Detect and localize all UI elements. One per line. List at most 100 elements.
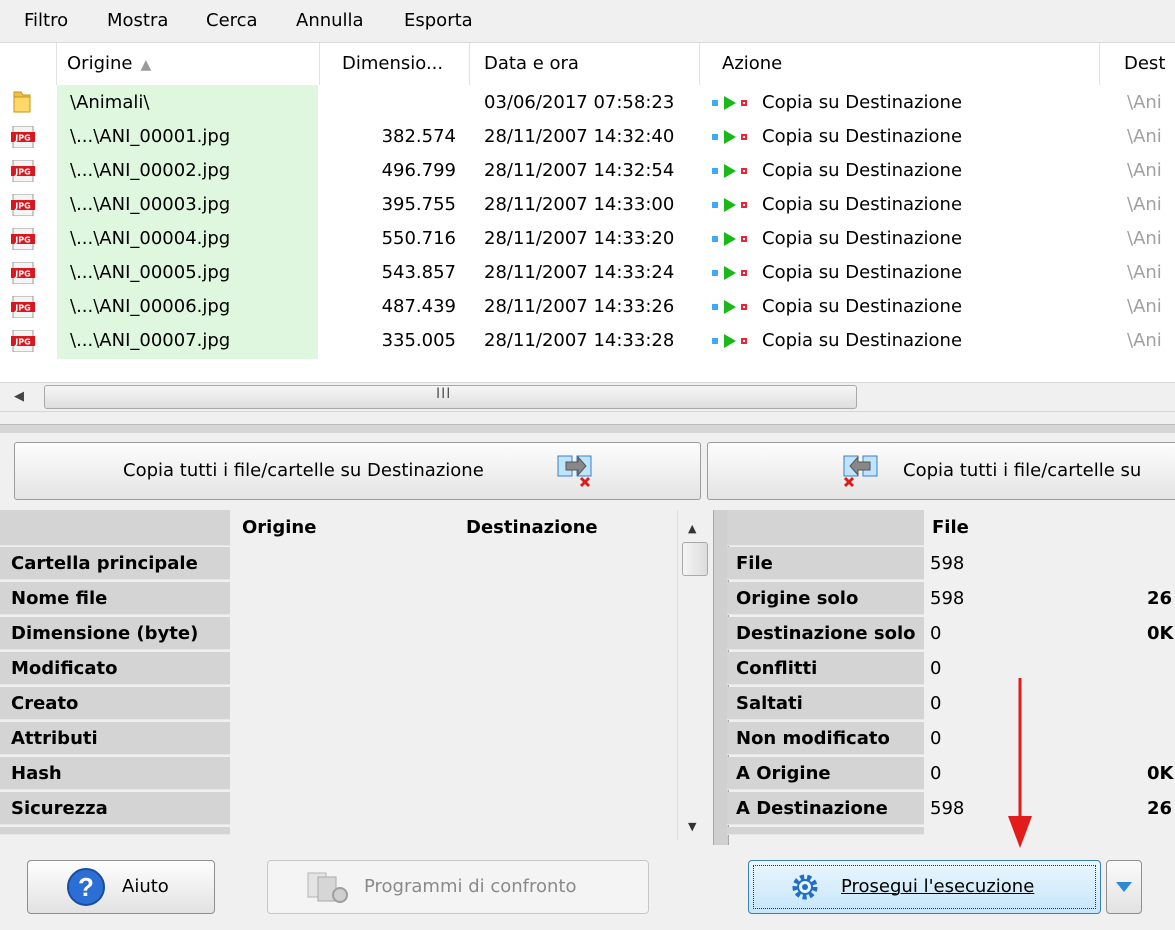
vertical-scrollbar[interactable]: ▲ ▼ [677, 510, 712, 840]
property-row-label: Nome file [0, 582, 230, 615]
continue-options-dropdown-button[interactable] [1106, 860, 1142, 914]
table-row[interactable]: JPG \...\ANI_00005.jpg 543.857 28/11/2007 1… [0, 255, 1175, 291]
action-cell[interactable]: Copia su Destinazione [700, 119, 1100, 155]
table-row[interactable]: JPG \...\ANI_00007.jpg 335.005 28/11/2007 1… [0, 323, 1175, 359]
origin-cell: \...\ANI_00001.jpg [57, 119, 318, 155]
copy-to-destination-icon [557, 455, 592, 488]
table-row[interactable]: JPG \...\ANI_00003.jpg 395.755 28/11/2007 1… [0, 187, 1175, 223]
menu-mostra[interactable]: Mostra [107, 10, 168, 31]
menu-filtro[interactable]: Filtro [24, 10, 68, 31]
column-header-origin-label: Origine [67, 53, 133, 74]
copy-all-to-destination-button[interactable]: Copia tutti i file/cartelle su Destinazi… [14, 442, 701, 500]
scroll-down-arrow-icon[interactable]: ▼ [688, 820, 696, 833]
table-row[interactable]: \Animali\ 03/06/2017 07:58:23 Copia su Des… [0, 85, 1175, 121]
action-cell[interactable]: Copia su Destinazione [700, 323, 1100, 359]
stat-row-value: 0 [930, 728, 942, 749]
table-row[interactable]: JPG \...\ANI_00006.jpg 487.439 28/11/2007 1… [0, 289, 1175, 325]
size-cell: 496.799 [381, 160, 456, 181]
action-cell[interactable]: Copia su Destinazione [700, 255, 1100, 291]
stat-row-label: Origine solo [727, 582, 924, 615]
jpg-file-icon: JPG [11, 194, 35, 216]
size-cell: 395.755 [381, 194, 456, 215]
destination-cell: \Ani [1127, 160, 1162, 181]
statistics-header-blank [727, 510, 924, 546]
scroll-up-arrow-icon[interactable]: ▲ [688, 522, 696, 535]
copy-to-destination-action-icon [712, 300, 752, 314]
copy-to-destination-action-icon [712, 334, 752, 348]
horizontal-scrollbar[interactable]: ◀ III [0, 382, 1175, 412]
scroll-grip-icon: III [436, 386, 452, 402]
compare-programs-button[interactable]: Programmi di confronto [267, 860, 649, 914]
date-cell: 28/11/2007 14:33:20 [484, 228, 675, 249]
origin-cell: \...\ANI_00002.jpg [57, 153, 318, 189]
destination-cell: \Ani [1127, 228, 1162, 249]
compare-programs-icon [307, 872, 348, 903]
continue-execution-button[interactable]: Prosegui l'esecuzione [748, 860, 1101, 914]
column-header-origin[interactable]: Origine ▲ [57, 43, 320, 85]
sort-ascending-icon: ▲ [140, 57, 152, 73]
stat-row-value: 598 [930, 553, 965, 574]
file-list-header: Origine ▲ Dimensio... Data e ora Azione D… [0, 43, 1175, 85]
stat-row-value: 598 [930, 798, 965, 819]
svg-text:JPG: JPG [14, 236, 30, 245]
table-row[interactable]: JPG \...\ANI_00004.jpg 550.716 28/11/2007 1… [0, 221, 1175, 257]
stat-row-size-value: 26 [1147, 588, 1173, 609]
svg-text:JPG: JPG [14, 338, 30, 347]
copy-to-destination-action-icon [712, 232, 752, 246]
action-cell[interactable]: Copia su Destinazione [700, 85, 1100, 121]
table-row[interactable]: JPG \...\ANI_00002.jpg 496.799 28/11/2007 1… [0, 153, 1175, 189]
continue-execution-label: Prosegui l'esecuzione [841, 876, 1035, 897]
svg-text:JPG: JPG [14, 304, 30, 313]
action-cell[interactable]: Copia su Destinazione [700, 187, 1100, 223]
horizontal-splitter[interactable] [0, 424, 1175, 433]
row-icon-cell [8, 85, 38, 121]
svg-text:?: ? [78, 872, 94, 902]
svg-text:JPG: JPG [14, 134, 30, 143]
stat-row-size-value: 0K [1147, 623, 1174, 644]
column-header-action[interactable]: Azione [700, 43, 1100, 85]
gear-icon [792, 874, 818, 900]
action-label: Copia su Destinazione [762, 330, 963, 351]
help-button-label: Aiuto [122, 876, 169, 897]
copy-to-destination-action-icon [712, 266, 752, 280]
copy-all-to-origin-label: Copia tutti i file/cartelle su [903, 460, 1142, 481]
stat-row-size-value: 0K [1147, 763, 1174, 784]
menu-bar: Filtro Mostra Cerca Annulla Esporta [0, 0, 1175, 42]
destination-cell: \Ani [1127, 194, 1162, 215]
column-header-size[interactable]: Dimensio... [320, 43, 470, 85]
size-cell: 487.439 [381, 296, 456, 317]
copy-all-to-origin-button[interactable]: Copia tutti i file/cartelle su [707, 442, 1175, 500]
jpg-file-icon: JPG [11, 160, 35, 182]
action-cell[interactable]: Copia su Destinazione [700, 221, 1100, 257]
table-row[interactable]: JPG \...\ANI_00001.jpg 382.574 28/11/2007 1… [0, 119, 1175, 155]
action-label: Copia su Destinazione [762, 126, 963, 147]
copy-to-destination-action-icon [712, 130, 752, 144]
column-header-date[interactable]: Data e ora [470, 43, 700, 85]
svg-text:JPG: JPG [14, 168, 30, 177]
action-cell[interactable]: Copia su Destinazione [700, 289, 1100, 325]
vertical-scroll-thumb[interactable] [682, 542, 708, 576]
row-icon-cell: JPG [8, 221, 38, 257]
jpg-file-icon: JPG [11, 126, 35, 148]
stat-row-label: Non modificato [727, 722, 924, 755]
column-header-dest[interactable]: Dest [1100, 43, 1175, 85]
property-row-label: Creato [0, 687, 230, 720]
row-icon-cell: JPG [8, 119, 38, 155]
menu-esporta[interactable]: Esporta [404, 10, 473, 31]
origin-cell: \...\ANI_00003.jpg [57, 187, 318, 223]
action-label: Copia su Destinazione [762, 160, 963, 181]
menu-cerca[interactable]: Cerca [206, 10, 258, 31]
help-button[interactable]: ? Aiuto [27, 860, 215, 914]
menu-annulla[interactable]: Annulla [296, 10, 364, 31]
origin-cell: \...\ANI_00005.jpg [57, 255, 318, 291]
row-icon-cell: JPG [8, 187, 38, 223]
property-row-label: Modificato [0, 652, 230, 685]
icon-column-header[interactable] [0, 43, 57, 85]
row-icon-cell: JPG [8, 255, 38, 291]
action-label: Copia su Destinazione [762, 262, 963, 283]
property-row-label: Sicurezza [0, 792, 230, 825]
action-cell[interactable]: Copia su Destinazione [700, 153, 1100, 189]
scroll-left-arrow-icon[interactable]: ◀ [4, 383, 34, 411]
property-row-label: Hash [0, 757, 230, 790]
origin-cell: \...\ANI_00006.jpg [57, 289, 318, 325]
